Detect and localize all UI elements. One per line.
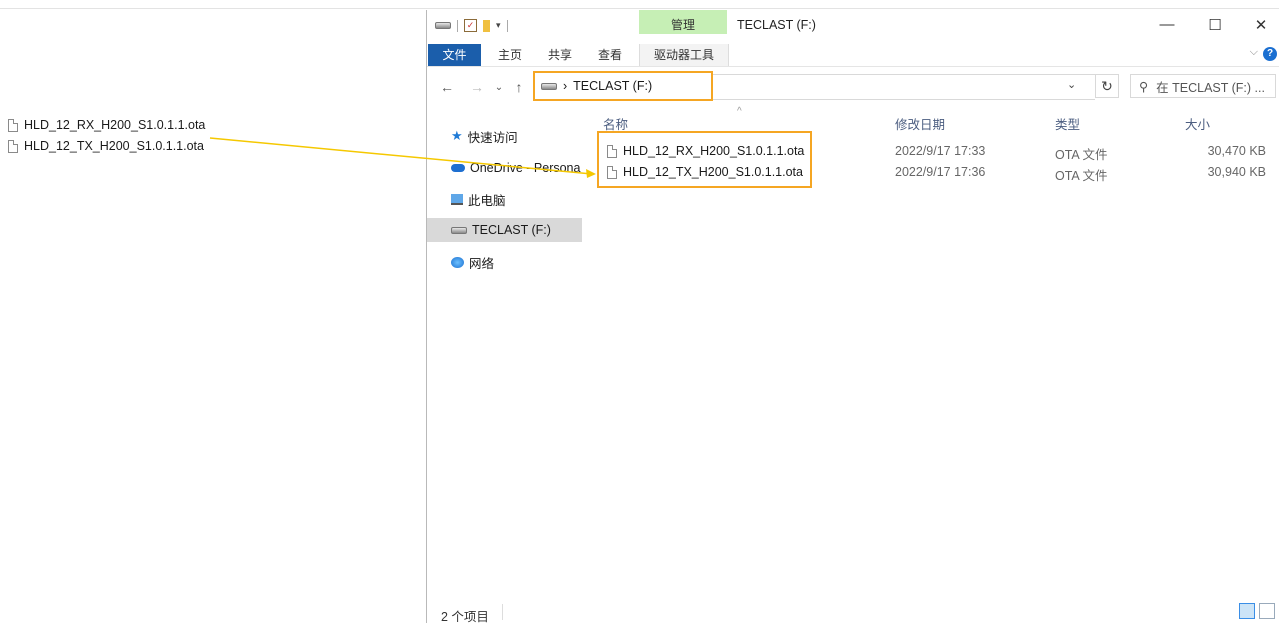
tab-file[interactable]: 文件 (428, 44, 481, 66)
title-bar: ✓ ▾ 管理 TECLAST (F:) — ☐ ✕ (427, 10, 1279, 42)
sidebar-item-onedrive[interactable]: OneDrive - Persona (427, 156, 582, 180)
file-name: HLD_12_RX_H200_S1.0.1.1.ota (623, 144, 805, 158)
file-icon (8, 118, 18, 132)
drive-icon (451, 226, 467, 234)
column-header-type[interactable]: 类型 (1055, 114, 1080, 133)
file-size: 30,470 KB (1207, 144, 1266, 158)
back-arrow-icon[interactable]: ← (439, 79, 455, 95)
column-header-size[interactable]: 大小 (1185, 114, 1210, 133)
address-dropdown-icon[interactable]: ⌄ (1067, 78, 1076, 91)
breadcrumb-chevron-icon: › (563, 79, 568, 93)
sidebar-item-label: 此电脑 (468, 193, 506, 208)
file-icon (8, 139, 18, 153)
tab-manage-context[interactable]: 管理 (639, 10, 727, 34)
sidebar-item-label: 快速访问 (467, 130, 518, 145)
tab-share[interactable]: 共享 (545, 44, 575, 66)
file-icon (607, 144, 617, 158)
desktop-file-name: HLD_12_TX_H200_S1.0.1.1.ota (24, 139, 204, 153)
status-divider (502, 604, 503, 620)
address-bar[interactable]: › TECLAST (F:) (533, 71, 713, 101)
sidebar-item-network[interactable]: 网络 (427, 250, 582, 274)
file-icon (607, 165, 617, 179)
computer-icon (451, 193, 463, 205)
tab-home[interactable]: 主页 (495, 44, 525, 66)
breadcrumb[interactable]: TECLAST (F:) (573, 79, 652, 93)
help-icon[interactable]: ? (1263, 47, 1277, 61)
sidebar-item-label: TECLAST (F:) (472, 223, 551, 237)
sidebar-item-this-pc[interactable]: 此电脑 (427, 187, 582, 211)
star-icon: ★ (451, 128, 463, 143)
search-icon: ⚲ (1139, 79, 1149, 94)
file-row-tx[interactable]: HLD_12_TX_H200_S1.0.1.1.ota (607, 161, 803, 183)
column-header-date[interactable]: 修改日期 (895, 114, 945, 133)
ribbon-tabs: 文件 主页 共享 查看 驱动器工具 ⌵ ? (427, 44, 1279, 67)
sidebar-item-teclast[interactable]: TECLAST (F:) (427, 218, 582, 242)
toolbar-divider (506, 19, 508, 32)
status-item-count: 2 个项目 (441, 610, 489, 624)
desktop-file-rx[interactable]: HLD_12_RX_H200_S1.0.1.1.ota (8, 115, 205, 135)
cloud-icon (451, 164, 465, 172)
address-bar-extension[interactable] (713, 74, 1095, 100)
expand-ribbon-icon[interactable]: ⌵ (1250, 46, 1258, 59)
new-folder-icon[interactable] (483, 19, 490, 32)
desktop-file-name: HLD_12_RX_H200_S1.0.1.1.ota (24, 118, 206, 132)
minimize-button[interactable]: — (1157, 16, 1177, 33)
tab-view[interactable]: 查看 (595, 44, 625, 66)
search-input[interactable]: ⚲ 在 TECLAST (F:) ... (1130, 74, 1276, 98)
navigation-pane: ★ 快速访问 OneDrive - Persona 此电脑 TECLAST (F… (427, 110, 582, 600)
file-date: 2022/9/17 17:33 (895, 144, 986, 158)
sidebar-item-label: 网络 (469, 256, 495, 271)
window-title: TECLAST (F:) (737, 18, 816, 32)
quick-access-toolbar: ✓ ▾ (435, 19, 508, 32)
drive-icon[interactable] (435, 22, 451, 29)
tab-drive-tools[interactable]: 驱动器工具 (639, 44, 729, 66)
details-view-icon[interactable] (1239, 603, 1255, 619)
explorer-window: ✓ ▾ 管理 TECLAST (F:) — ☐ ✕ 文件 主页 共享 查看 驱动… (426, 10, 1279, 624)
properties-icon[interactable]: ✓ (464, 19, 477, 32)
desktop-top-border (0, 8, 1279, 9)
recent-locations-icon[interactable]: ⌄ (491, 82, 507, 93)
file-date: 2022/9/17 17:36 (895, 165, 986, 179)
sidebar-item-quick-access[interactable]: ★ 快速访问 (427, 124, 582, 148)
search-placeholder: 在 TECLAST (F:) ... (1156, 80, 1265, 95)
desktop-file-tx[interactable]: HLD_12_TX_H200_S1.0.1.1.ota (8, 136, 204, 156)
refresh-button[interactable]: ↻ (1095, 74, 1119, 98)
file-name: HLD_12_TX_H200_S1.0.1.1.ota (623, 165, 803, 179)
maximize-button[interactable]: ☐ (1205, 16, 1225, 34)
close-button[interactable]: ✕ (1251, 16, 1271, 34)
network-icon (451, 256, 464, 268)
up-arrow-icon[interactable]: ↑ (511, 79, 527, 95)
file-row-rx[interactable]: HLD_12_RX_H200_S1.0.1.1.ota (607, 140, 804, 162)
customize-qat-icon[interactable]: ▾ (496, 20, 501, 31)
file-type: OTA 文件 (1055, 169, 1108, 183)
drive-icon (541, 82, 557, 90)
file-type: OTA 文件 (1055, 148, 1108, 162)
large-icons-view-icon[interactable] (1259, 603, 1275, 619)
sort-caret-icon: ^ (737, 106, 742, 117)
file-size: 30,940 KB (1207, 165, 1266, 179)
sidebar-item-label: OneDrive - Persona (470, 161, 581, 175)
forward-arrow-icon[interactable]: → (469, 79, 485, 95)
toolbar-divider (457, 19, 458, 32)
